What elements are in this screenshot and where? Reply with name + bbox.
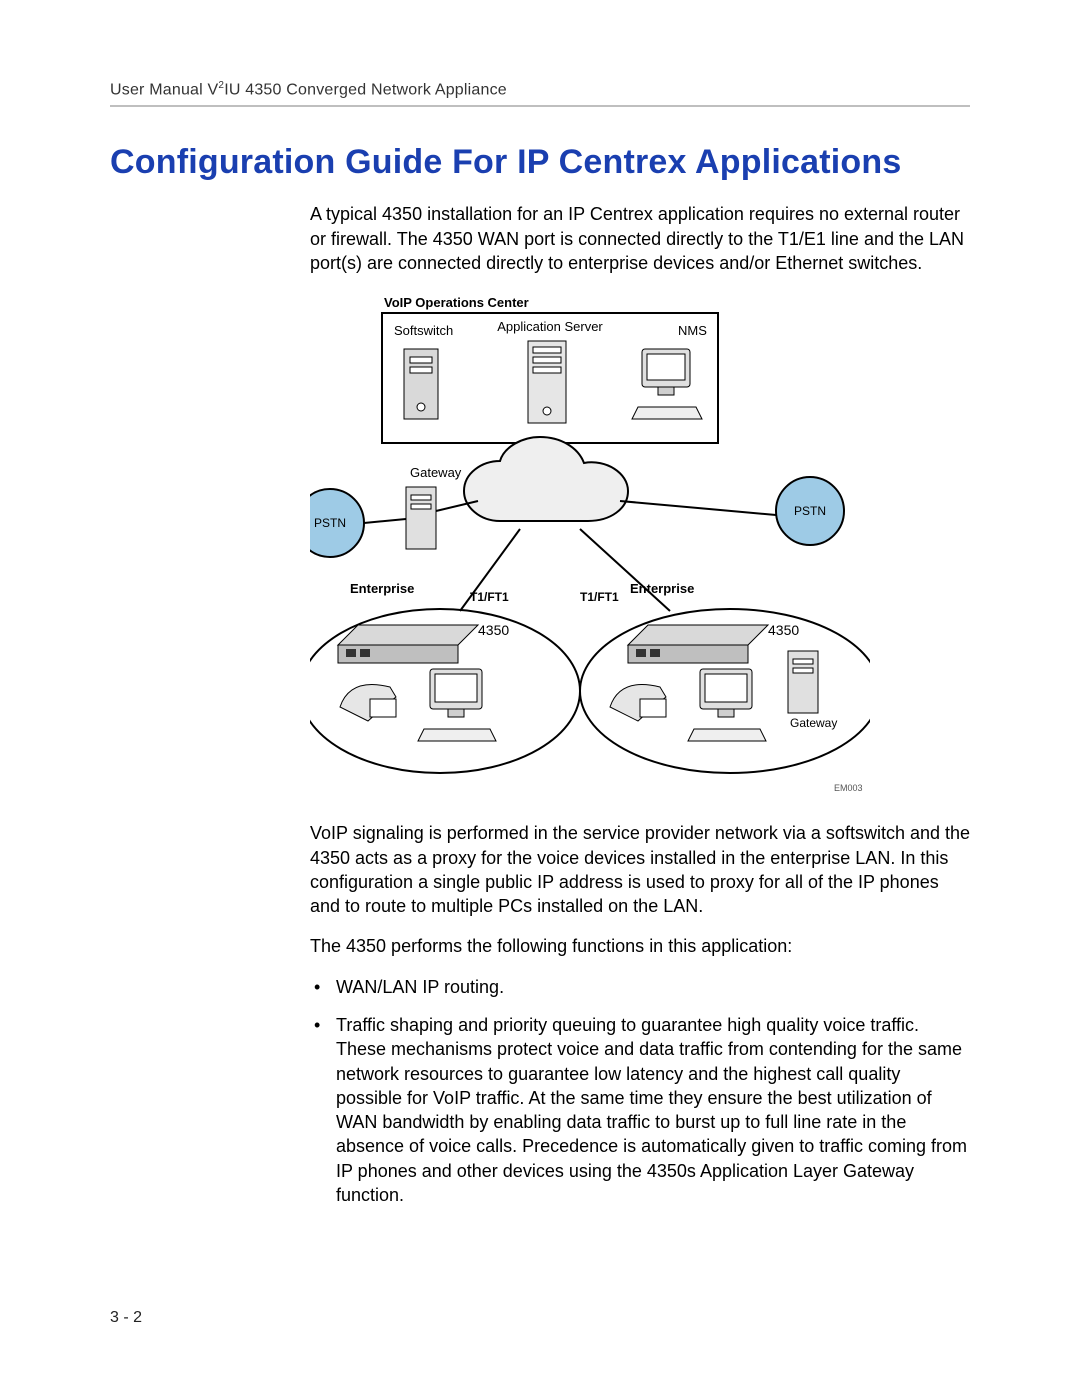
voip-title-label: VoIP Operations Center xyxy=(384,295,529,310)
cloud-icon xyxy=(464,437,628,521)
phone-left-icon xyxy=(340,685,396,722)
list-item: Traffic shaping and priority queuing to … xyxy=(310,1013,970,1207)
functions-paragraph: The 4350 performs the following function… xyxy=(310,934,970,958)
body-continued: VoIP signaling is performed in the servi… xyxy=(310,821,970,1207)
functions-list: WAN/LAN IP routing. Traffic shaping and … xyxy=(310,975,970,1208)
page-number: 3 - 2 xyxy=(110,1309,142,1327)
header-prefix: User Manual V xyxy=(110,81,218,98)
device-4350-left xyxy=(338,625,478,663)
t1ft1-right-label: T1/FT1 xyxy=(580,590,619,604)
page: User Manual V2IU 4350 Converged Network … xyxy=(0,0,1080,1397)
device4350-left-label: 4350 xyxy=(478,622,509,638)
pstn-left-label: PSTN xyxy=(314,516,346,530)
softswitch-icon xyxy=(404,349,438,419)
appserver-icon xyxy=(528,341,566,423)
pstn-right: PSTN xyxy=(776,477,844,545)
gateway-left-icon xyxy=(406,487,436,549)
link-pstn-gwleft xyxy=(364,519,406,523)
network-diagram-svg: VoIP Operations Center Softswitch Applic… xyxy=(310,291,870,801)
figure-ref: EM003 xyxy=(834,783,863,793)
enterprise-left-label: Enterprise xyxy=(350,581,414,596)
monitor-left-icon xyxy=(418,669,496,741)
device4350-right-label: 4350 xyxy=(768,622,799,638)
gateway-left-label: Gateway xyxy=(410,465,462,480)
pstn-left: PSTN xyxy=(310,489,364,557)
appserver-label: Application Server xyxy=(497,319,603,334)
monitor-right-icon xyxy=(688,669,766,741)
link-cloud-pstnr xyxy=(620,501,776,515)
softswitch-label: Softswitch xyxy=(394,323,453,338)
body: A typical 4350 installation for an IP Ce… xyxy=(310,202,970,275)
enterprise-right-label: Enterprise xyxy=(630,581,694,596)
page-title: Configuration Guide For IP Centrex Appli… xyxy=(110,143,970,182)
phone-right-icon xyxy=(610,685,666,722)
voip-paragraph: VoIP signaling is performed in the servi… xyxy=(310,821,970,918)
intro-paragraph: A typical 4350 installation for an IP Ce… xyxy=(310,202,970,275)
diagram: VoIP Operations Center Softswitch Applic… xyxy=(310,291,870,801)
gateway-right-label: Gateway xyxy=(790,716,837,730)
header-suffix: IU 4350 Converged Network Appliance xyxy=(224,81,507,98)
list-item: WAN/LAN IP routing. xyxy=(310,975,970,999)
gateway-right-icon xyxy=(788,651,818,713)
t1ft1-left-label: T1/FT1 xyxy=(470,590,509,604)
device-4350-right xyxy=(628,625,768,663)
pstn-right-label: PSTN xyxy=(794,504,826,518)
nms-label: NMS xyxy=(678,323,707,338)
running-header: User Manual V2IU 4350 Converged Network … xyxy=(110,80,970,107)
